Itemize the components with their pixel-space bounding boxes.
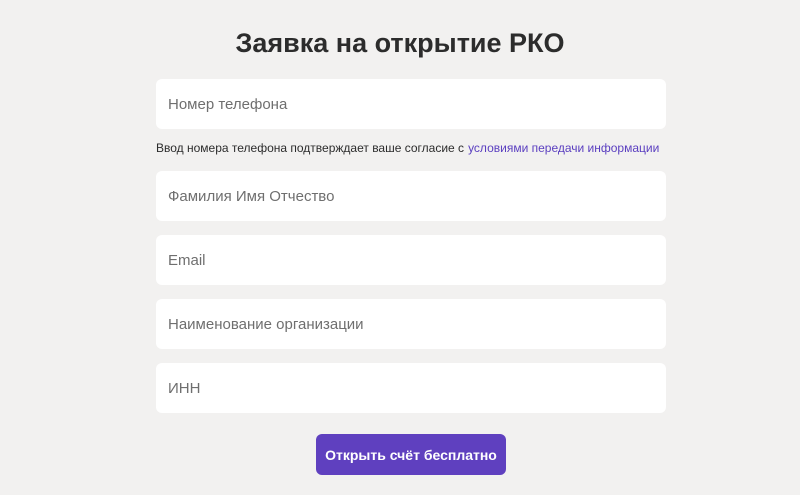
consent-note: Ввод номера телефона подтверждает ваше с… <box>156 140 676 156</box>
open-account-button[interactable]: Открыть счёт бесплатно <box>316 434 506 475</box>
consent-terms-link[interactable]: условиями передачи информации <box>468 141 659 155</box>
consent-text: Ввод номера телефона подтверждает ваше с… <box>156 141 465 155</box>
full-name-input[interactable] <box>156 171 666 221</box>
inn-input[interactable] <box>156 363 666 413</box>
phone-input[interactable] <box>156 79 666 129</box>
page-title: Заявка на открытие РКО <box>235 28 565 58</box>
application-form-page: Заявка на открытие РКО Ввод номера телеф… <box>0 0 800 495</box>
email-input[interactable] <box>156 235 666 285</box>
organization-name-input[interactable] <box>156 299 666 349</box>
